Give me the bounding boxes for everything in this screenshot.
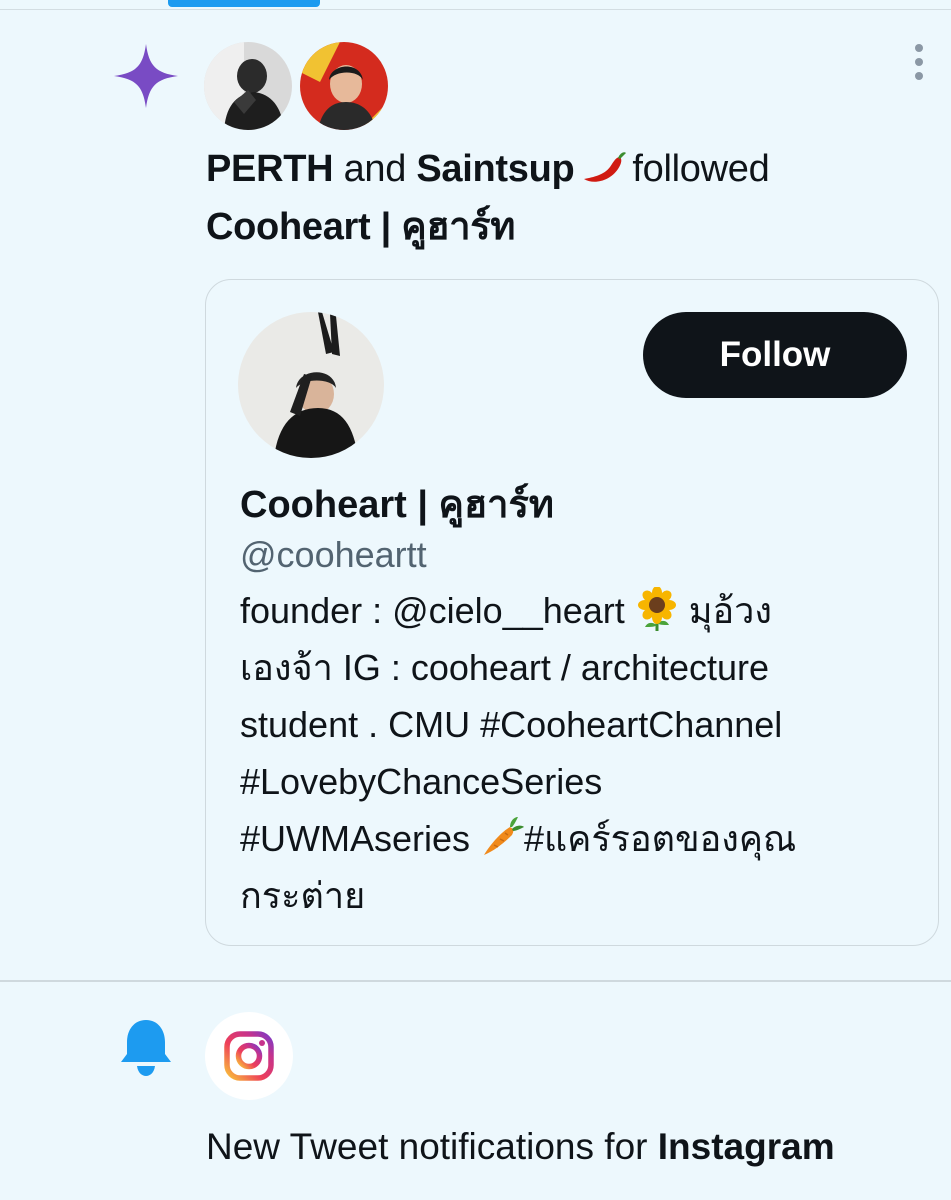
sparkle-icon — [114, 44, 178, 108]
profile-display-name[interactable]: Cooheart | คูฮาร์ท — [240, 480, 554, 530]
connector-text: and — [343, 148, 407, 190]
more-options-icon[interactable] — [904, 44, 934, 86]
instagram-logo-icon — [224, 1031, 274, 1081]
profile-handle[interactable]: @cooheartt — [240, 531, 427, 579]
instagram-avatar[interactable] — [205, 1012, 293, 1100]
bio-line-4: #LovebyChanceSeries — [240, 761, 603, 802]
sunflower-emoji — [637, 587, 676, 631]
notification-divider — [0, 980, 951, 982]
bell-icon — [121, 1020, 171, 1076]
verb-text: followed — [632, 148, 770, 190]
profile-bio: founder : @cielo__heart มุอ้วง เองจ้า IG… — [240, 582, 796, 924]
avatar-saintsup[interactable] — [300, 42, 388, 130]
active-tab-indicator — [168, 0, 320, 7]
top-divider — [0, 9, 951, 10]
bio-line-3: student . CMU #CooheartChannel — [240, 704, 783, 745]
follow-notification-text: PERTH and Saintsup followed Cooheart | ค… — [206, 140, 906, 256]
bio-line-6: กระต่าย — [240, 875, 366, 916]
avatar-perth[interactable] — [204, 42, 292, 130]
hot-pepper-emoji — [584, 152, 627, 182]
carrot-emoji — [484, 817, 525, 855]
notification-account-name[interactable]: Instagram — [658, 1126, 835, 1167]
bio-line-2: เองจ้า IG : cooheart / architecture — [240, 647, 770, 688]
bio-line-5: #UWMAseries #แคร์รอตของคุณ — [240, 810, 796, 867]
bio-line-1: founder : @cielo__heart มุอ้วง — [240, 582, 796, 639]
profile-avatar[interactable] — [238, 312, 384, 458]
tweet-notification-text: New Tweet notifications for Instagram — [206, 1126, 835, 1167]
actor-name-saintsup[interactable]: Saintsup — [416, 148, 574, 190]
actor-name-perth[interactable]: PERTH — [206, 148, 334, 190]
follow-button[interactable]: Follow — [643, 312, 907, 398]
followed-account-name[interactable]: Cooheart | คูฮาร์ท — [206, 206, 515, 248]
